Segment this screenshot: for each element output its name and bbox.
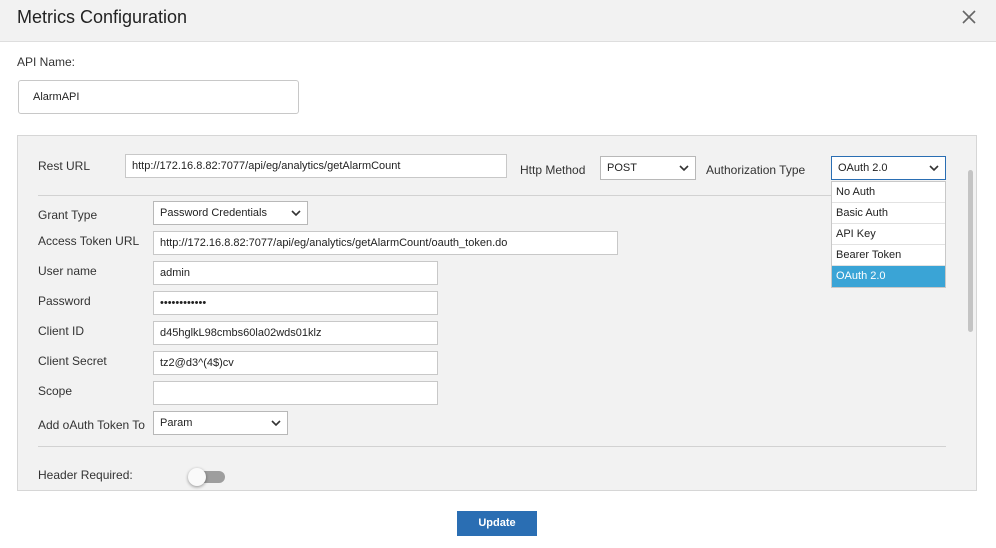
auth-type-label: Authorization Type	[706, 163, 806, 177]
close-icon[interactable]	[960, 8, 978, 26]
add-token-label: Add oAuth Token To	[38, 418, 145, 432]
header-required-label: Header Required:	[38, 468, 133, 482]
auth-option-api-key[interactable]: API Key	[832, 224, 945, 245]
http-method-value: POST	[607, 162, 637, 174]
username-input[interactable]: admin	[153, 261, 438, 285]
grant-type-select[interactable]: Password Credentials	[153, 201, 308, 225]
grant-type-label: Grant Type	[38, 208, 98, 222]
auth-option-bearer-token[interactable]: Bearer Token	[832, 245, 945, 266]
username-label: User name	[38, 264, 97, 278]
chevron-down-icon	[271, 420, 281, 427]
http-method-label: Http Method	[520, 163, 586, 177]
toggle-knob	[188, 468, 206, 486]
password-input[interactable]: ••••••••••••	[153, 291, 438, 315]
auth-option-oauth2[interactable]: OAuth 2.0	[832, 266, 945, 287]
grant-type-value: Password Credentials	[160, 207, 267, 219]
client-id-label: Client ID	[38, 324, 85, 338]
add-token-select[interactable]: Param	[153, 411, 288, 435]
api-name-label: API Name:	[17, 55, 76, 69]
auth-option-basic-auth[interactable]: Basic Auth	[832, 203, 945, 224]
password-label: Password	[38, 294, 91, 308]
rest-url-input[interactable]: http://172.16.8.82:7077/api/eg/analytics…	[125, 154, 507, 178]
scope-label: Scope	[38, 384, 73, 398]
header-required-toggle[interactable]	[188, 468, 226, 486]
chevron-down-icon	[929, 165, 939, 172]
panel-scrollbar[interactable]	[968, 170, 973, 332]
scope-input[interactable]	[153, 381, 438, 405]
client-id-input[interactable]: d45hglkL98cmbs60la02wds01klz	[153, 321, 438, 345]
access-token-url-label: Access Token URL	[38, 234, 140, 248]
client-secret-input[interactable]: tz2@d3^(4$)cv	[153, 351, 438, 375]
chevron-down-icon	[679, 165, 689, 172]
auth-type-select[interactable]: OAuth 2.0	[831, 156, 946, 180]
api-name-input[interactable]: AlarmAPI	[18, 80, 299, 114]
add-token-value: Param	[160, 417, 193, 429]
auth-type-value: OAuth 2.0	[838, 162, 888, 174]
auth-option-no-auth[interactable]: No Auth	[832, 182, 945, 203]
divider	[38, 195, 946, 196]
chevron-down-icon	[291, 210, 301, 217]
access-token-url-input[interactable]: http://172.16.8.82:7077/api/eg/analytics…	[153, 231, 618, 255]
rest-url-label: Rest URL	[38, 159, 91, 173]
dialog-title: Metrics Configuration	[17, 7, 188, 27]
divider	[38, 446, 946, 447]
auth-type-dropdown: No Auth Basic Auth API Key Bearer Token …	[831, 181, 946, 288]
dialog-header: Metrics Configuration	[0, 0, 996, 42]
http-method-select[interactable]: POST	[600, 156, 696, 180]
client-secret-label: Client Secret	[38, 354, 107, 368]
update-button[interactable]: Update	[457, 511, 537, 536]
